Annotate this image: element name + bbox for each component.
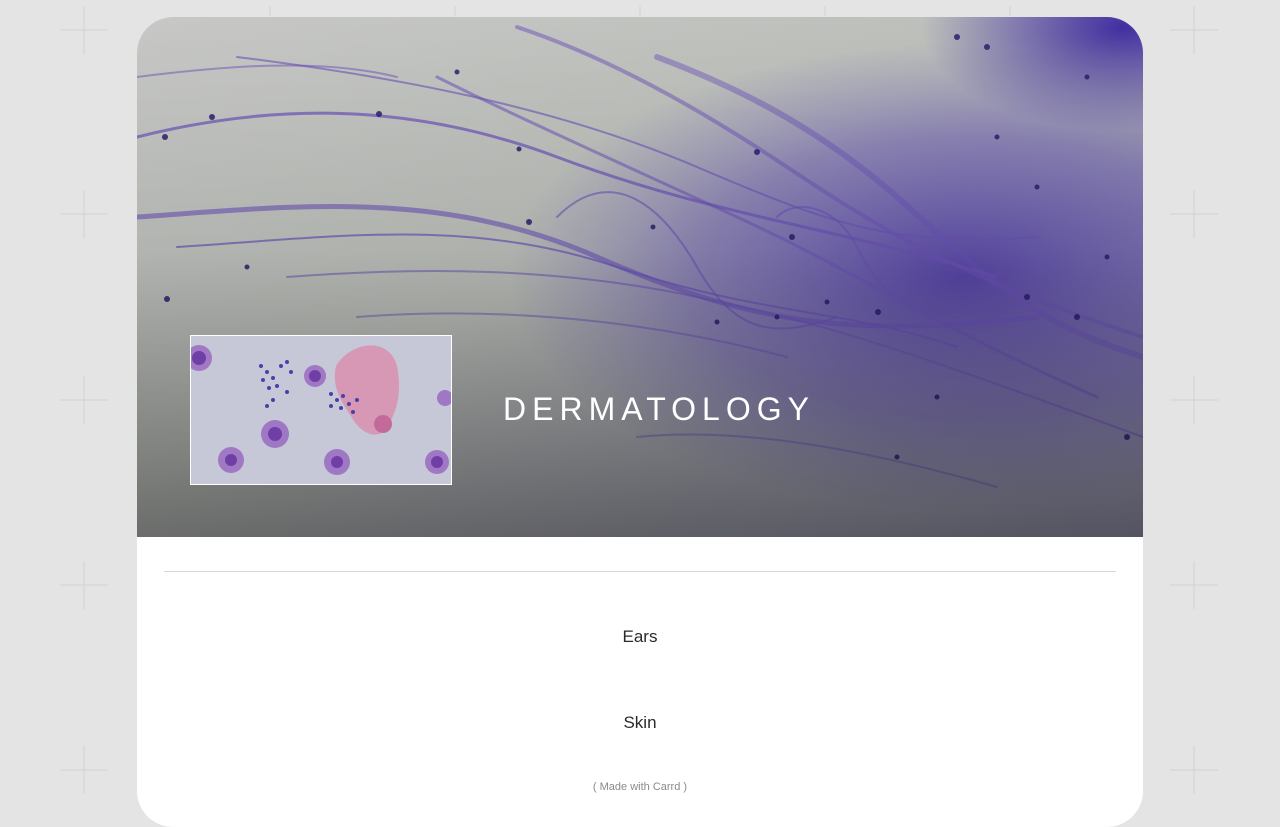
cytology-thumbnail-image — [190, 335, 452, 485]
page-title: DERMATOLOGY — [503, 391, 815, 427]
hero-banner: DERMATOLOGY — [137, 17, 1143, 537]
nav-link-skin[interactable]: Skin — [137, 713, 1143, 733]
nav-link-ears[interactable]: Ears — [137, 627, 1143, 647]
content-card: DERMATOLOGY Ears Skin ( Made with Carrd … — [137, 17, 1143, 827]
made-with-carrd-credit[interactable]: ( Made with Carrd ) — [137, 781, 1143, 793]
section-divider — [164, 571, 1116, 572]
